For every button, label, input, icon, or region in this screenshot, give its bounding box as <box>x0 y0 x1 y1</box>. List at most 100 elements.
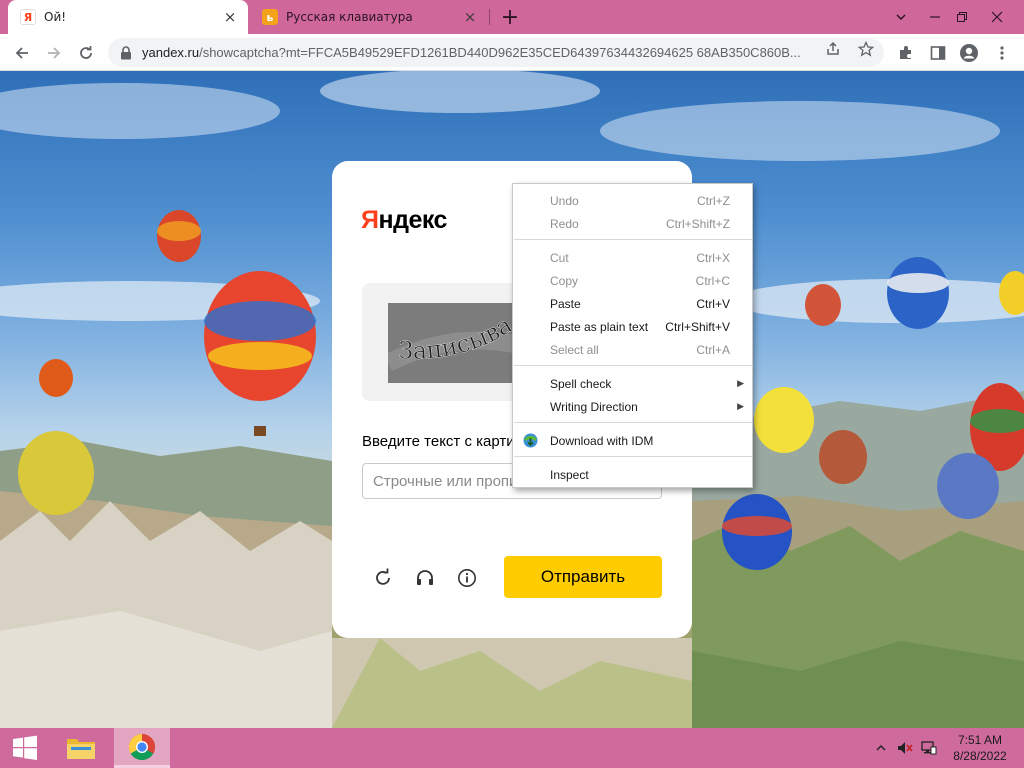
profile-button[interactable] <box>955 39 983 67</box>
menu-item-select-all[interactable]: Select all Ctrl+A <box>514 338 752 361</box>
captcha-info-button[interactable] <box>454 565 480 591</box>
forward-button[interactable] <box>40 39 68 67</box>
clock-time: 7:51 AM <box>957 733 1003 747</box>
chrome-menu-button[interactable] <box>988 39 1016 67</box>
menu-item-paste-plain-text[interactable]: Paste as plain text Ctrl+Shift+V <box>514 315 752 338</box>
menu-label: Redo <box>550 216 579 231</box>
menu-label: Undo <box>550 193 579 208</box>
menu-item-spell-check[interactable]: Spell check ▶ <box>514 372 752 395</box>
menu-label: Spell check <box>550 376 612 391</box>
menu-label: Copy <box>550 273 579 288</box>
taskbar-chrome[interactable] <box>114 728 170 768</box>
menu-separator <box>514 422 752 423</box>
menu-item-undo[interactable]: Undo Ctrl+Z <box>514 189 752 212</box>
menu-item-cut[interactable]: Cut Ctrl+X <box>514 246 752 269</box>
url-host: yandex.ru <box>142 45 200 60</box>
minimize-icon <box>930 16 940 18</box>
menu-label: Writing Direction <box>550 399 638 414</box>
submit-button[interactable]: Отправить <box>504 556 662 598</box>
puzzle-icon <box>900 46 911 59</box>
keyboard-site-favicon-icon: ь <box>262 9 278 25</box>
tab-separator <box>489 9 490 25</box>
clock-date: 8/28/2022 <box>953 749 1007 763</box>
menu-separator <box>514 239 752 240</box>
arrow-right-icon <box>48 47 61 59</box>
close-tab-icon[interactable]: × <box>462 8 478 26</box>
menu-shortcut: Ctrl+C <box>695 273 730 288</box>
tab-search-button[interactable] <box>884 0 918 34</box>
url-text: yandex.ru/showcaptcha?mt=FFCA5B49529EFD1… <box>142 45 822 60</box>
windows-taskbar: 7:51 AM 8/28/2022 <box>0 728 1024 768</box>
show-hidden-icons-button[interactable] <box>872 739 890 757</box>
arrow-left-icon <box>15 47 28 59</box>
menu-separator <box>514 456 752 457</box>
menu-label: Cut <box>550 250 569 265</box>
menu-shortcut: Ctrl+Shift+Z <box>665 216 730 231</box>
restore-icon <box>957 12 967 22</box>
idm-icon <box>523 433 538 448</box>
chevron-down-icon <box>896 14 906 21</box>
menu-shortcut: Ctrl+V <box>696 296 730 311</box>
chevron-up-icon <box>876 745 886 751</box>
speaker-muted-icon <box>898 742 913 754</box>
menu-label: Inspect <box>550 467 589 482</box>
tab-russian-keyboard[interactable]: ь Русская клавиатура × <box>250 0 488 34</box>
back-button[interactable] <box>8 39 36 67</box>
yandex-logo[interactable]: Яндекс <box>361 206 447 235</box>
tab-title: Ой! <box>44 10 67 24</box>
reload-button[interactable] <box>72 39 100 67</box>
tab-yandex-captcha[interactable]: Я Ой! × <box>8 0 248 34</box>
bookmark-star-icon[interactable] <box>857 40 875 58</box>
windows-logo-icon <box>13 735 37 760</box>
restore-button[interactable] <box>945 0 979 34</box>
share-icon[interactable] <box>824 40 842 58</box>
audio-captcha-button[interactable] <box>412 565 438 591</box>
extensions-button[interactable] <box>892 39 920 67</box>
context-menu: Undo Ctrl+Z Redo Ctrl+Shift+Z Cut Ctrl+X Co… <box>512 183 753 488</box>
headphones-icon <box>417 570 433 585</box>
refresh-captcha-button[interactable] <box>370 565 396 591</box>
close-tab-icon[interactable]: × <box>222 8 238 26</box>
web-page: Яндекс Записыва Введите текст с картинки <box>0 71 1024 728</box>
logo-first-letter: Я <box>361 206 379 234</box>
logo-rest: ндекс <box>378 206 447 234</box>
menu-shortcut: Ctrl+A <box>696 342 730 357</box>
menu-label: Download with IDM <box>550 433 654 448</box>
chrome-icon <box>128 733 156 760</box>
side-panel-icon <box>930 46 946 60</box>
new-tab-button[interactable]: + <box>498 5 522 30</box>
taskbar-clock[interactable]: 7:51 AM 8/28/2022 <box>948 732 1012 764</box>
submenu-arrow-icon: ▶ <box>737 378 744 388</box>
kebab-menu-icon <box>1000 46 1004 60</box>
info-icon <box>458 569 476 587</box>
refresh-icon <box>376 568 390 585</box>
menu-label: Select all <box>550 342 599 357</box>
tab-title: Русская клавиатура <box>286 10 413 24</box>
menu-item-paste[interactable]: Paste Ctrl+V <box>514 292 752 315</box>
menu-label: Paste <box>550 296 581 311</box>
menu-shortcut: Ctrl+X <box>696 250 730 265</box>
reload-icon <box>80 46 92 59</box>
taskbar-file-explorer[interactable] <box>53 728 109 768</box>
volume-muted-button[interactable] <box>896 739 914 757</box>
address-bar[interactable]: yandex.ru/showcaptcha?mt=FFCA5B49529EFD1… <box>108 38 884 67</box>
menu-item-redo[interactable]: Redo Ctrl+Shift+Z <box>514 212 752 235</box>
submenu-arrow-icon: ▶ <box>737 401 744 411</box>
menu-item-copy[interactable]: Copy Ctrl+C <box>514 269 752 292</box>
tab-strip: Я Ой! × ь Русская клавиатура × + <box>0 0 1024 34</box>
menu-item-writing-direction[interactable]: Writing Direction ▶ <box>514 395 752 418</box>
network-button[interactable] <box>920 739 938 757</box>
url-path: /showcaptcha?mt=FFCA5B49529EFD1261BD440D… <box>199 45 801 60</box>
menu-label: Paste as plain text <box>550 319 649 334</box>
menu-item-download-with-idm[interactable]: Download with IDM <box>514 429 752 452</box>
yandex-favicon-icon: Я <box>20 9 36 25</box>
browser-toolbar: yandex.ru/showcaptcha?mt=FFCA5B49529EFD1… <box>0 34 1024 71</box>
side-panel-button[interactable] <box>924 39 952 67</box>
close-window-button[interactable] <box>980 0 1014 34</box>
folder-icon <box>67 739 95 759</box>
menu-shortcut: Ctrl+Z <box>697 193 730 208</box>
lock-icon[interactable] <box>118 45 134 61</box>
menu-item-inspect[interactable]: Inspect <box>514 463 752 486</box>
menu-separator <box>514 365 752 366</box>
start-button[interactable] <box>6 734 44 762</box>
